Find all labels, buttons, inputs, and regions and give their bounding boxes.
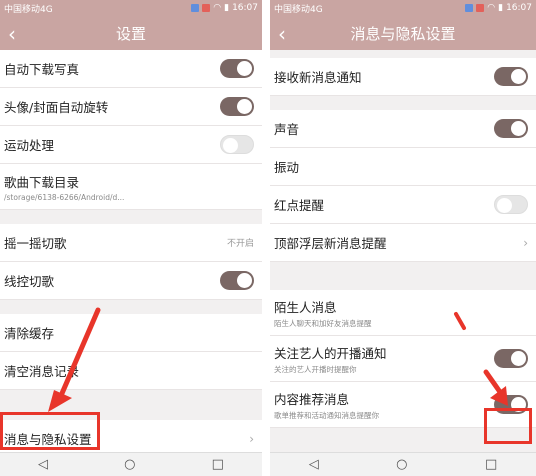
clock-label: 16:07 [232, 3, 258, 13]
clock-label: 16:07 [506, 3, 532, 13]
toggle-switch[interactable] [494, 119, 528, 138]
setting-clear-messages[interactable]: 清空消息记录 [0, 352, 262, 390]
page-title: 设置 [115, 24, 146, 43]
chevron-right-icon: › [523, 235, 528, 250]
setting-stranger-messages[interactable]: 陌生人消息 陌生人聊天和加好友消息提醒 [270, 290, 536, 336]
message-group-2: 声音 振动 红点提醒 顶部浮层新消息提醒 › [270, 110, 536, 262]
nav-home-icon[interactable]: ○ [396, 457, 407, 472]
toggle-switch[interactable] [220, 271, 254, 290]
toggle-switch[interactable] [220, 59, 254, 78]
back-arrow-icon[interactable]: ‹ [278, 22, 286, 46]
app-notification-icon [465, 4, 474, 12]
system-nav-bar: ◁ ○ □ [0, 452, 262, 476]
carrier-label: 中国移动4G [4, 4, 53, 15]
battery-icon: ▮ [498, 3, 504, 13]
nav-back-icon[interactable]: ◁ [38, 457, 48, 472]
header-bar: ‹ 消息与隐私设置 [270, 16, 536, 50]
carrier-label: 中国移动4G [274, 4, 323, 15]
setting-wire-control[interactable]: 线控切歌 [0, 262, 262, 300]
setting-clear-cache[interactable]: 清除缓存 [0, 314, 262, 352]
toggle-switch[interactable] [220, 135, 254, 154]
highlight-box-right [484, 408, 532, 444]
toggle-switch[interactable] [494, 349, 528, 368]
setting-motion[interactable]: 运动处理 [0, 126, 262, 164]
app-notification-icon [476, 4, 485, 12]
right-screen: 中国移动4G ◠ ▮ 16:07 ‹ 消息与隐私设置 接收新消息通知 声音 振动… [270, 0, 536, 476]
setting-artist-live[interactable]: 关注艺人的开播通知 关注的艺人开播时提醒你 [270, 336, 536, 382]
wifi-icon: ◠ [487, 3, 496, 13]
settings-group-3: 清除缓存 清空消息记录 [0, 314, 262, 390]
battery-icon: ▮ [224, 3, 230, 13]
back-arrow-icon[interactable]: ‹ [8, 22, 16, 46]
header-bar: ‹ 设置 [0, 16, 262, 50]
settings-group-1: 自动下载写真 头像/封面自动旋转 运动处理 歌曲下载目录 /storage/61… [0, 50, 262, 210]
setting-sound[interactable]: 声音 [270, 110, 536, 148]
page-title: 消息与隐私设置 [350, 24, 456, 43]
setting-red-dot[interactable]: 红点提醒 [270, 186, 536, 224]
system-nav-bar: ◁ ○ □ [270, 452, 536, 476]
setting-top-float[interactable]: 顶部浮层新消息提醒 › [270, 224, 536, 262]
nav-back-icon[interactable]: ◁ [309, 457, 319, 472]
status-bar: 中国移动4G ◠ ▮ 16:07 [0, 0, 262, 16]
nav-recent-icon[interactable]: □ [212, 457, 224, 472]
toggle-switch[interactable] [494, 195, 528, 214]
setting-receive-notifications[interactable]: 接收新消息通知 [270, 58, 536, 96]
wifi-icon: ◠ [213, 3, 222, 13]
status-bar: 中国移动4G ◠ ▮ 16:07 [270, 0, 536, 16]
setting-shake-switch[interactable]: 摇一摇切歌 不开启 [0, 224, 262, 262]
message-group-1: 接收新消息通知 [270, 58, 536, 96]
setting-download-dir[interactable]: 歌曲下载目录 /storage/6138-6266/Android/d... [0, 164, 262, 210]
app-notification-icon [191, 4, 200, 12]
nav-recent-icon[interactable]: □ [485, 457, 497, 472]
nav-home-icon[interactable]: ○ [124, 457, 135, 472]
settings-group-2: 摇一摇切歌 不开启 线控切歌 [0, 224, 262, 300]
toggle-switch[interactable] [220, 97, 254, 116]
chevron-right-icon: › [249, 431, 254, 446]
setting-auto-download-photos[interactable]: 自动下载写真 [0, 50, 262, 88]
toggle-switch[interactable] [494, 67, 528, 86]
app-notification-icon [202, 4, 211, 12]
left-screen: 中国移动4G ◠ ▮ 16:07 ‹ 设置 自动下载写真 头像/封面自动旋转 运… [0, 0, 262, 476]
setting-vibrate[interactable]: 振动 [270, 148, 536, 186]
highlight-box-left [0, 412, 100, 450]
setting-auto-rotate[interactable]: 头像/封面自动旋转 [0, 88, 262, 126]
